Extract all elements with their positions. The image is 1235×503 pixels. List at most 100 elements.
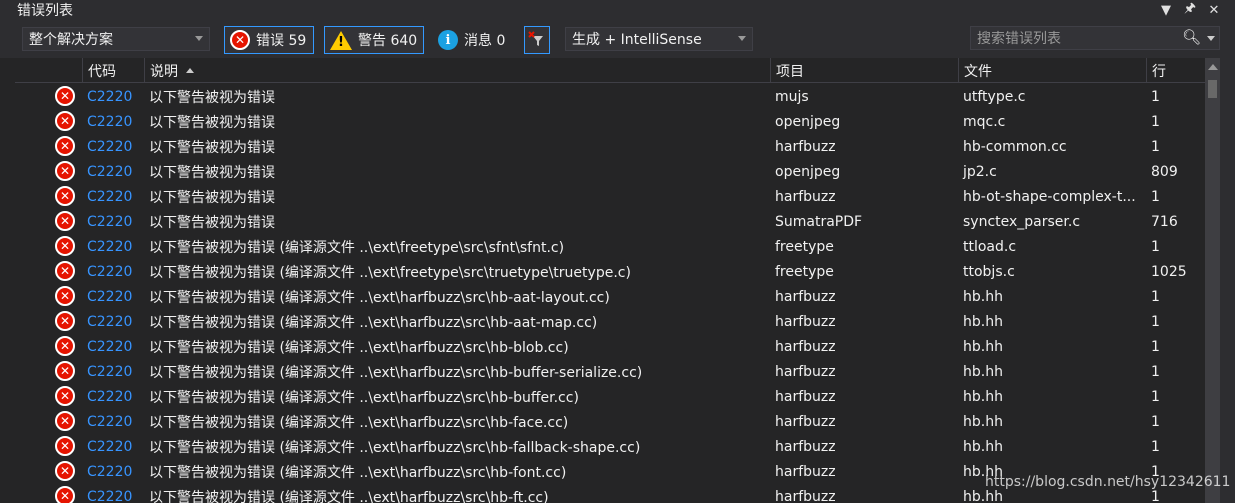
window-menu-icon[interactable]: ▼: [1159, 3, 1173, 18]
error-circle-icon: ✕: [55, 86, 75, 106]
error-code-link[interactable]: C2220: [82, 284, 144, 309]
column-header-code[interactable]: 代码: [82, 58, 144, 83]
error-code-link[interactable]: C2220: [82, 409, 144, 434]
error-description: 以下警告被视为错误 (编译源文件 ..\ext\harfbuzz\src\hb-…: [149, 439, 641, 456]
error-file: ttobjs.c: [963, 263, 1015, 280]
warnings-filter-button[interactable]: 警告 640: [324, 26, 424, 54]
error-circle-icon: ✕: [55, 461, 75, 481]
info-circle-icon: i: [438, 30, 458, 50]
table-header: 代码 说明 项目 文件 行: [15, 58, 1205, 83]
error-description: 以下警告被视为错误 (编译源文件 ..\ext\freetype\src\sfn…: [149, 239, 565, 256]
table-row[interactable]: ✕ C2220 以下警告被视为错误 openjpeg mqc.c 1: [15, 109, 1205, 134]
error-description: 以下警告被视为错误: [149, 214, 275, 231]
error-code-link[interactable]: C2220: [82, 384, 144, 409]
close-icon[interactable]: ✕: [1207, 3, 1221, 18]
error-code-link[interactable]: C2220: [82, 109, 144, 134]
scope-dropdown[interactable]: 整个解决方案: [22, 27, 210, 51]
error-line: 1: [1151, 438, 1160, 455]
error-code-link[interactable]: C2220: [82, 359, 144, 384]
warnings-label: 警告 640: [358, 33, 418, 49]
error-file: hb.hh: [963, 388, 1003, 405]
column-header-project[interactable]: 项目: [770, 58, 958, 83]
table-row[interactable]: ✕ C2220 以下警告被视为错误 (编译源文件 ..\ext\harfbuzz\s…: [15, 334, 1205, 359]
vertical-scrollbar[interactable]: [1205, 58, 1220, 503]
error-line: 1: [1151, 238, 1160, 255]
error-file: synctex_parser.c: [963, 213, 1081, 230]
error-file: hb.hh: [963, 288, 1003, 305]
error-circle-icon: ✕: [230, 30, 250, 50]
pin-icon[interactable]: 🖈: [1183, 0, 1197, 21]
build-filter-dropdown[interactable]: 生成 + IntelliSense: [565, 27, 753, 51]
error-project: harfbuzz: [775, 463, 836, 480]
error-description: 以下警告被视为错误 (编译源文件 ..\ext\harfbuzz\src\hb-…: [149, 414, 569, 431]
column-header-line[interactable]: 行: [1146, 58, 1205, 83]
error-line: 1: [1151, 313, 1160, 330]
table-row[interactable]: ✕ C2220 以下警告被视为错误 (编译源文件 ..\ext\harfbuzz\s…: [15, 434, 1205, 459]
error-code-link[interactable]: C2220: [82, 184, 144, 209]
error-file: ttload.c: [963, 238, 1017, 255]
error-project: harfbuzz: [775, 363, 836, 380]
table-row[interactable]: ✕ C2220 以下警告被视为错误 (编译源文件 ..\ext\freetype\s…: [15, 234, 1205, 259]
table-row[interactable]: ✕ C2220 以下警告被视为错误 harfbuzz hb-ot-shape-compl…: [15, 184, 1205, 209]
error-code-link[interactable]: C2220: [82, 209, 144, 234]
table-row[interactable]: ✕ C2220 以下警告被视为错误 SumatraPDF synctex_parser.…: [15, 209, 1205, 234]
table-row[interactable]: ✕ C2220 以下警告被视为错误 (编译源文件 ..\ext\harfbuzz\s…: [15, 309, 1205, 334]
error-circle-icon: ✕: [55, 211, 75, 231]
error-code-link[interactable]: C2220: [82, 259, 144, 284]
error-description: 以下警告被视为错误 (编译源文件 ..\ext\harfbuzz\src\hb-…: [149, 339, 569, 356]
error-description: 以下警告被视为错误: [149, 189, 275, 206]
table-row[interactable]: ✕ C2220 以下警告被视为错误 (编译源文件 ..\ext\harfbuzz\s…: [15, 359, 1205, 384]
error-code-link[interactable]: C2220: [82, 334, 144, 359]
error-file: jp2.c: [963, 163, 997, 180]
error-project: freetype: [775, 238, 834, 255]
error-code-link[interactable]: C2220: [82, 84, 144, 109]
messages-filter-button[interactable]: i 消息 0: [432, 26, 516, 54]
error-circle-icon: ✕: [55, 111, 75, 131]
chevron-down-icon: [195, 36, 203, 41]
error-circle-icon: ✕: [55, 261, 75, 281]
column-header-file[interactable]: 文件: [958, 58, 1146, 83]
error-line: 1: [1151, 113, 1160, 130]
error-code-link[interactable]: C2220: [82, 234, 144, 259]
table-row[interactable]: ✕ C2220 以下警告被视为错误 (编译源文件 ..\ext\harfbuzz\s…: [15, 384, 1205, 409]
table-row[interactable]: ✕ C2220 以下警告被视为错误 (编译源文件 ..\ext\harfbuzz\s…: [15, 284, 1205, 309]
errors-filter-button[interactable]: ✕ 错误 59: [224, 26, 314, 54]
table-row[interactable]: ✕ C2220 以下警告被视为错误 harfbuzz hb-common.cc 1: [15, 134, 1205, 159]
error-code-link[interactable]: C2220: [82, 134, 144, 159]
clear-filter-button[interactable]: [524, 26, 550, 54]
error-file: hb.hh: [963, 313, 1003, 330]
search-input[interactable]: 搜索错误列表 🔍︎: [970, 26, 1220, 50]
error-code-link[interactable]: C2220: [82, 484, 144, 503]
column-header-description[interactable]: 说明: [144, 58, 770, 83]
error-project: openjpeg: [775, 113, 841, 130]
table-row[interactable]: ✕ C2220 以下警告被视为错误 openjpeg jp2.c 809: [15, 159, 1205, 184]
error-circle-icon: ✕: [55, 486, 75, 503]
error-circle-icon: ✕: [55, 136, 75, 156]
window-controls: ▼ 🖈 ✕: [1159, 0, 1221, 20]
error-description: 以下警告被视为错误: [149, 164, 275, 181]
error-project: SumatraPDF: [775, 213, 863, 230]
table-row[interactable]: ✕ C2220 以下警告被视为错误 (编译源文件 ..\ext\harfbuzz\s…: [15, 409, 1205, 434]
messages-label: 消息 0: [464, 33, 506, 49]
error-line: 1: [1151, 338, 1160, 355]
error-code-link[interactable]: C2220: [82, 459, 144, 484]
error-project: harfbuzz: [775, 138, 836, 155]
error-code-link[interactable]: C2220: [82, 309, 144, 334]
error-code-link[interactable]: C2220: [82, 159, 144, 184]
search-icon[interactable]: 🔍︎: [1182, 28, 1201, 46]
scroll-up-icon[interactable]: [1208, 64, 1218, 70]
error-description: 以下警告被视为错误 (编译源文件 ..\ext\harfbuzz\src\hb-…: [149, 314, 598, 331]
tool-window-titlebar: 错误列表 ▼ 🖈 ✕: [0, 0, 1235, 20]
error-circle-icon: ✕: [55, 286, 75, 306]
table-row[interactable]: ✕ C2220 以下警告被视为错误 mujs utftype.c 1: [15, 84, 1205, 109]
error-circle-icon: ✕: [55, 186, 75, 206]
scrollbar-thumb[interactable]: [1208, 80, 1217, 98]
table-body: ✕ C2220 以下警告被视为错误 mujs utftype.c 1 ✕ C2220 以下警告被…: [15, 84, 1205, 503]
table-row[interactable]: ✕ C2220 以下警告被视为错误 (编译源文件 ..\ext\freetype\s…: [15, 259, 1205, 284]
error-description: 以下警告被视为错误: [149, 114, 275, 131]
error-code-link[interactable]: C2220: [82, 434, 144, 459]
search-options-chevron-icon[interactable]: [1207, 36, 1215, 41]
error-circle-icon: ✕: [55, 161, 75, 181]
error-line: 1: [1151, 188, 1160, 205]
column-header-category[interactable]: [47, 58, 82, 83]
